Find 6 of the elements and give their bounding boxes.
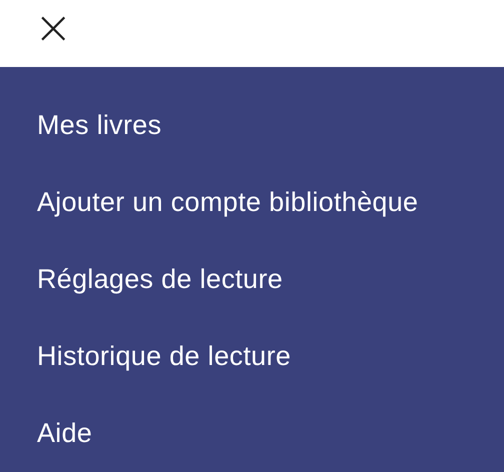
- menu-item[interactable]: Mes livres: [0, 87, 162, 164]
- close-button[interactable]: ×: [34, 4, 73, 50]
- menu-item[interactable]: Ajouter un compte bibliothèque: [0, 164, 418, 241]
- menu-item[interactable]: Historique de lecture: [0, 318, 291, 395]
- menu-item[interactable]: Réglages de lecture: [0, 241, 283, 318]
- menu-item[interactable]: Aide: [0, 395, 92, 472]
